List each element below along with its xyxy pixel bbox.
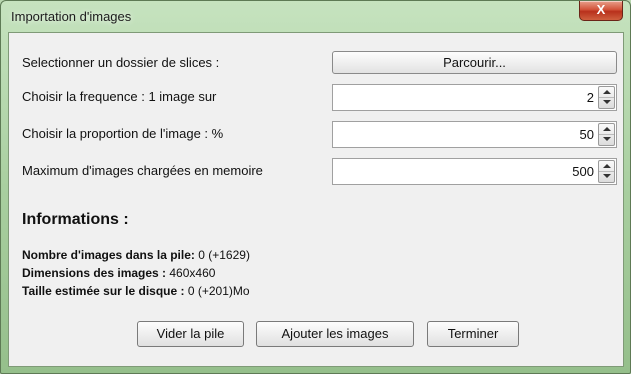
clear-stack-button[interactable]: Vider la pile xyxy=(137,321,244,347)
image-count-line: Nombre d'images dans la pile: 0 (+1629) xyxy=(22,248,250,262)
window-title: Importation d'images xyxy=(11,9,132,24)
stepper-divider xyxy=(599,97,614,98)
dialog-content: Selectionner un dossier de slices : Parc… xyxy=(8,32,624,367)
arrow-down-icon[interactable] xyxy=(603,174,611,178)
frequency-label: Choisir la frequence : 1 image sur xyxy=(22,89,217,104)
close-icon: X xyxy=(596,2,606,17)
title-bar[interactable]: Importation d'images X xyxy=(1,1,630,33)
max-images-value[interactable]: 500 xyxy=(572,164,594,179)
info-heading: Informations : xyxy=(22,211,129,228)
arrow-down-icon[interactable] xyxy=(603,100,611,104)
browse-button[interactable]: Parcourir... xyxy=(332,51,617,74)
arrow-up-icon[interactable] xyxy=(603,127,611,131)
close-button[interactable]: X xyxy=(579,1,623,21)
image-dims-value: 460x460 xyxy=(166,266,216,280)
max-images-label: Maximum d'images chargées en memoire xyxy=(22,163,263,178)
proportion-spinner[interactable]: 50 xyxy=(332,121,617,148)
image-dims-label: Dimensions des images : xyxy=(22,266,167,280)
stepper-divider xyxy=(599,171,614,172)
finish-button[interactable]: Terminer xyxy=(427,321,519,347)
arrow-up-icon[interactable] xyxy=(603,90,611,94)
dialog-window: Importation d'images X Selectionner un d… xyxy=(0,0,631,374)
disk-size-value: 0 (+201)Mo xyxy=(184,284,250,298)
folder-label: Selectionner un dossier de slices : xyxy=(22,55,220,70)
image-dims-line: Dimensions des images : 460x460 xyxy=(22,266,215,280)
max-images-spinner[interactable]: 500 xyxy=(332,158,617,185)
max-images-stepper[interactable] xyxy=(598,160,615,183)
frequency-value[interactable]: 2 xyxy=(587,90,594,105)
add-images-button[interactable]: Ajouter les images xyxy=(256,321,414,347)
arrow-down-icon[interactable] xyxy=(603,137,611,141)
disk-size-line: Taille estimée sur le disque : 0 (+201)M… xyxy=(22,284,250,298)
disk-size-label: Taille estimée sur le disque : xyxy=(22,284,185,298)
stepper-divider xyxy=(599,134,614,135)
arrow-up-icon[interactable] xyxy=(603,164,611,168)
frequency-stepper[interactable] xyxy=(598,86,615,109)
image-count-value: 0 (+1629) xyxy=(194,248,250,262)
proportion-stepper[interactable] xyxy=(598,123,615,146)
proportion-value[interactable]: 50 xyxy=(580,127,594,142)
image-count-label: Nombre d'images dans la pile: xyxy=(22,248,195,262)
proportion-label: Choisir la proportion de l'image : % xyxy=(22,126,224,141)
frequency-spinner[interactable]: 2 xyxy=(332,84,617,111)
